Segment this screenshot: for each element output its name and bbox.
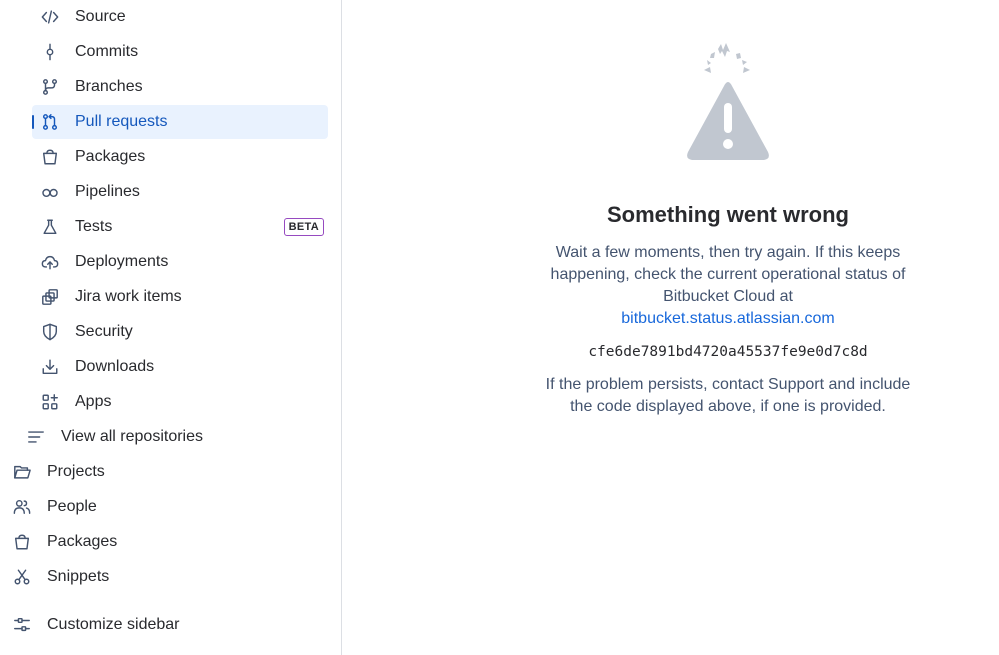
sidebar-item-snippets[interactable]: Snippets — [12, 560, 328, 594]
sidebar-item-label: Tests — [75, 218, 113, 235]
error-message: Wait a few moments, then try again. If t… — [542, 242, 914, 330]
sidebar-item-label: Jira work items — [75, 288, 182, 305]
sidebar-item-label: Deployments — [75, 253, 169, 270]
download-icon — [40, 357, 60, 377]
people-icon — [12, 497, 32, 517]
code-icon — [40, 7, 60, 27]
sidebar-item-label: Pull requests — [75, 113, 168, 130]
persist-message: If the problem persists, contact Support… — [545, 376, 911, 415]
sidebar-item-commits[interactable]: Commits — [32, 35, 328, 69]
beta-badge: BETA — [283, 218, 324, 236]
customize-sidebar-button[interactable]: Customize sidebar — [12, 608, 328, 642]
sidebar-item-label: Commits — [75, 43, 139, 60]
branch-icon — [40, 77, 60, 97]
cloud-upload-icon — [40, 252, 60, 272]
sidebar-item-jira-work-items[interactable]: Jira work items — [32, 280, 328, 314]
sidebar-item-label: Projects — [47, 463, 105, 480]
package-icon — [12, 532, 32, 552]
sidebar-item-label: Customize sidebar — [47, 616, 180, 633]
flask-icon — [40, 217, 60, 237]
sidebar-item-label: Pipelines — [75, 183, 140, 200]
sidebar-item-tests[interactable]: Tests BETA — [32, 210, 328, 244]
sidebar-item-apps[interactable]: Apps — [32, 385, 328, 419]
package-icon — [40, 147, 60, 167]
error-panel: Something went wrong Wait a few moments,… — [542, 40, 914, 418]
pipeline-icon — [40, 182, 60, 202]
sidebar-item-label: People — [47, 498, 97, 515]
sidebar-item-source[interactable]: Source — [32, 0, 328, 34]
selected-indicator — [32, 115, 34, 129]
sidebar-item-label: Packages — [47, 533, 118, 550]
sidebar-item-pipelines[interactable]: Pipelines — [32, 175, 328, 209]
sidebar-item-label: Downloads — [75, 358, 155, 375]
sidebar-item-pull-requests[interactable]: Pull requests — [32, 105, 328, 139]
error-message-text: Wait a few moments, then try again. If t… — [550, 244, 906, 305]
sidebar-item-branches[interactable]: Branches — [32, 70, 328, 104]
sidebar-item-label: View all repositories — [61, 428, 203, 445]
sliders-icon — [12, 615, 32, 635]
sidebar-item-label: Security — [75, 323, 133, 340]
main-content: Something went wrong Wait a few moments,… — [342, 0, 999, 655]
error-code: cfe6de7891bd4720a45537fe9e0d7c8d — [588, 344, 868, 360]
status-page-link[interactable]: bitbucket.status.atlassian.com — [542, 308, 914, 330]
sidebar-item-label: Packages — [75, 148, 146, 165]
sidebar-item-label: Source — [75, 8, 126, 25]
sidebar: Source Commits Branches Pull requests Pa… — [0, 0, 342, 655]
commit-icon — [40, 42, 60, 62]
shield-icon — [40, 322, 60, 342]
pull-request-icon — [40, 112, 60, 132]
sidebar-item-people[interactable]: People — [12, 490, 328, 524]
sidebar-item-security[interactable]: Security — [32, 315, 328, 349]
apps-icon — [40, 392, 60, 412]
sidebar-item-projects[interactable]: Projects — [12, 455, 328, 489]
list-icon — [26, 427, 46, 447]
warning-icon — [687, 43, 769, 160]
sidebar-item-deployments[interactable]: Deployments — [32, 245, 328, 279]
sidebar-item-downloads[interactable]: Downloads — [32, 350, 328, 384]
scissors-icon — [12, 567, 32, 587]
sidebar-item-packages[interactable]: Packages — [32, 140, 328, 174]
sidebar-item-label: Apps — [75, 393, 112, 410]
sidebar-item-label: Snippets — [47, 568, 110, 585]
sidebar-item-view-all-repositories[interactable]: View all repositories — [26, 420, 328, 454]
folder-icon — [12, 462, 32, 482]
sidebar-item-label: Branches — [75, 78, 143, 95]
jira-icon — [40, 287, 60, 307]
sidebar-item-packages-global[interactable]: Packages — [12, 525, 328, 559]
error-title: Something went wrong — [607, 202, 849, 227]
